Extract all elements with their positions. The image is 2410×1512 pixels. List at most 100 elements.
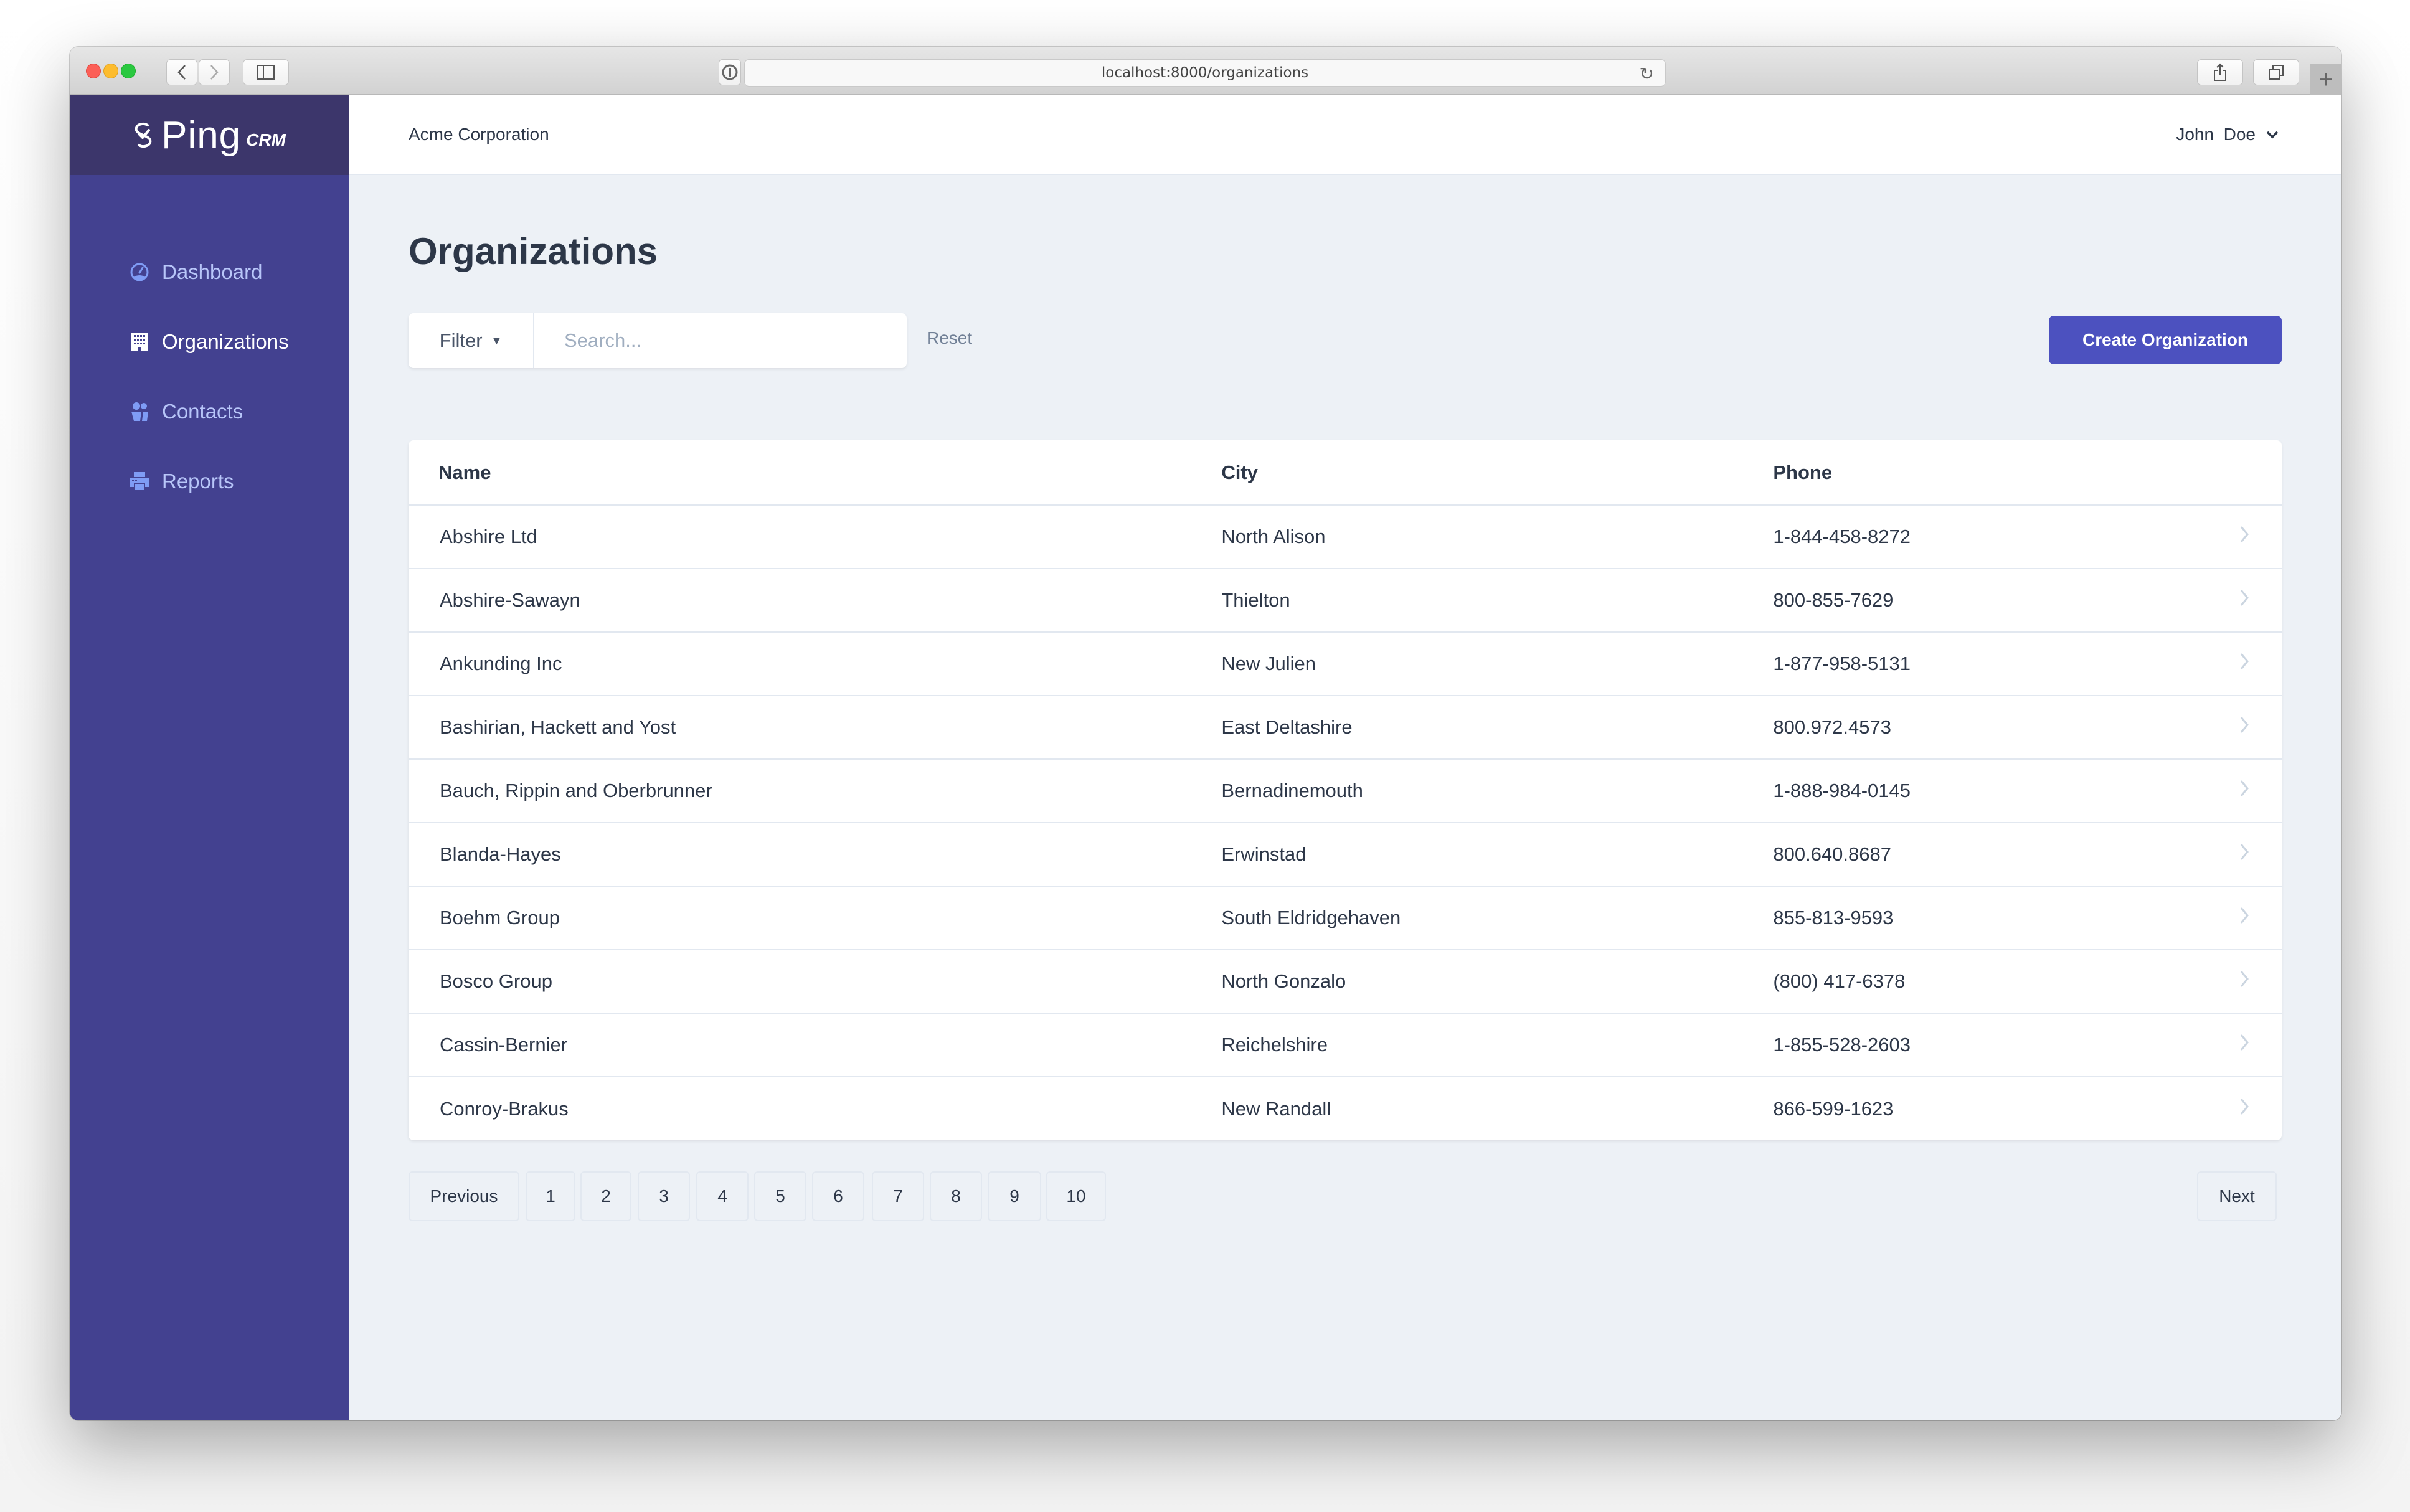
sidebar-item-label: Reports (162, 470, 234, 493)
row-link[interactable] (2207, 695, 2282, 759)
page-button[interactable]: 5 (754, 1171, 806, 1221)
sidebar-item-reports[interactable]: Reports (70, 447, 349, 516)
sidebar-item-organizations[interactable]: Organizations (70, 307, 349, 377)
chevron-right-icon (2240, 907, 2249, 924)
table-row[interactable]: Conroy-Brakus New Randall 866-599-1623 (409, 1076, 2282, 1140)
previous-page-button[interactable]: Previous (409, 1171, 519, 1221)
page-button[interactable]: 10 (1046, 1171, 1106, 1221)
page-button[interactable]: 6 (812, 1171, 864, 1221)
search-filter-group: Filter ▼ (409, 313, 907, 368)
page-button[interactable]: 1 (526, 1171, 575, 1221)
org-name-cell[interactable]: Bauch, Rippin and Oberbrunner (409, 758, 1191, 823)
url-text: localhost:8000/organizations (1101, 65, 1309, 81)
table-row[interactable]: Ankunding Inc New Julien 1-877-958-5131 (409, 631, 2282, 696)
org-name-cell[interactable]: Abshire-Sawayn (409, 568, 1191, 632)
row-link[interactable] (2207, 1013, 2282, 1077)
dashboard-gauge-icon (130, 262, 149, 282)
create-organization-button[interactable]: Create Organization (2049, 316, 2282, 364)
org-name-cell[interactable]: Boehm Group (409, 886, 1191, 950)
table-row[interactable]: Boehm Group South Eldridgehaven 855-813-95… (409, 886, 2282, 950)
org-phone-cell[interactable]: 800.640.8687 (1742, 822, 2207, 886)
filter-dropdown-button[interactable]: Filter ▼ (409, 313, 534, 368)
org-phone-cell[interactable]: 1-844-458-8272 (1742, 504, 2207, 569)
table-row[interactable]: Bauch, Rippin and Oberbrunner Bernadinemo… (409, 758, 2282, 823)
org-phone-cell[interactable]: (800) 417-6378 (1742, 949, 2207, 1013)
table-row[interactable]: Blanda-Hayes Erwinstad 800.640.8687 (409, 822, 2282, 886)
new-tab-button[interactable]: + (2310, 64, 2341, 95)
org-city-cell[interactable]: Thielton (1190, 568, 1742, 632)
org-name-cell[interactable]: Abshire Ltd (409, 504, 1191, 569)
forward-button[interactable] (199, 59, 230, 85)
password-manager-button[interactable] (719, 59, 741, 85)
page-button[interactable]: 8 (930, 1171, 982, 1221)
column-header-phone: Phone (1773, 461, 1833, 483)
org-name-cell[interactable]: Bashirian, Hackett and Yost (409, 695, 1191, 759)
logo-ping-text: Ping (161, 113, 242, 157)
org-name-cell[interactable]: Blanda-Hayes (409, 822, 1191, 886)
org-phone-cell[interactable]: 1-888-984-0145 (1742, 758, 2207, 823)
org-phone-cell[interactable]: 800.972.4573 (1742, 695, 2207, 759)
chevron-right-icon (2240, 971, 2249, 987)
org-phone-cell[interactable]: 866-599-1623 (1742, 1076, 2207, 1140)
org-name-cell[interactable]: Cassin-Bernier (409, 1013, 1191, 1077)
chevron-right-icon (2240, 590, 2249, 606)
back-button[interactable] (166, 59, 197, 85)
row-link[interactable] (2207, 1076, 2282, 1140)
org-city-cell[interactable]: Bernadinemouth (1190, 758, 1742, 823)
row-link[interactable] (2207, 758, 2282, 823)
reset-button[interactable]: Reset (927, 328, 972, 348)
row-link[interactable] (2207, 949, 2282, 1013)
zoom-window-button[interactable] (121, 64, 136, 78)
org-city-cell[interactable]: East Deltashire (1190, 695, 1742, 759)
row-link[interactable] (2207, 886, 2282, 950)
page-button[interactable]: 9 (988, 1171, 1041, 1221)
search-input[interactable] (534, 313, 907, 368)
page-button[interactable]: 3 (638, 1171, 690, 1221)
org-city-cell[interactable]: Erwinstad (1190, 822, 1742, 886)
page-button[interactable]: 4 (696, 1171, 749, 1221)
row-link[interactable] (2207, 631, 2282, 696)
minimize-window-button[interactable] (103, 64, 118, 78)
column-header-city: City (1221, 461, 1258, 483)
user-menu[interactable]: John Doe (2176, 125, 2279, 144)
org-phone-cell[interactable]: 855-813-9593 (1742, 886, 2207, 950)
sidebar-item-dashboard[interactable]: Dashboard (70, 237, 349, 307)
table-row[interactable]: Bashirian, Hackett and Yost East Deltashi… (409, 695, 2282, 759)
reload-icon[interactable]: ↻ (1640, 64, 1654, 84)
app-logo[interactable]: Ping CRM (70, 95, 349, 175)
share-button[interactable] (2197, 59, 2243, 85)
org-phone-cell[interactable]: 800-855-7629 (1742, 568, 2207, 632)
table-row[interactable]: Bosco Group North Gonzalo (800) 417-6378 (409, 949, 2282, 1013)
sidebar-item-contacts[interactable]: Contacts (70, 377, 349, 447)
org-name-cell[interactable]: Conroy-Brakus (409, 1076, 1191, 1140)
row-link[interactable] (2207, 504, 2282, 569)
user-name: John Doe (2176, 125, 2256, 144)
org-phone-cell[interactable]: 1-855-528-2603 (1742, 1013, 2207, 1077)
org-city-cell[interactable]: North Alison (1190, 504, 1742, 569)
table-row[interactable]: Abshire Ltd North Alison 1-844-458-8272 (409, 504, 2282, 569)
sidebar-toggle-button[interactable] (243, 59, 289, 85)
page-button[interactable]: 2 (580, 1171, 631, 1221)
row-link[interactable] (2207, 568, 2282, 632)
row-link[interactable] (2207, 822, 2282, 886)
org-name-cell[interactable]: Bosco Group (409, 949, 1191, 1013)
org-city-cell[interactable]: North Gonzalo (1190, 949, 1742, 1013)
tabs-overview-button[interactable] (2253, 59, 2299, 85)
caret-down-icon: ▼ (491, 334, 503, 347)
org-phone-cell[interactable]: 1-877-958-5131 (1742, 631, 2207, 696)
office-building-icon (130, 332, 149, 352)
chevron-right-icon (2240, 1034, 2249, 1051)
org-city-cell[interactable]: South Eldridgehaven (1190, 886, 1742, 950)
table-row[interactable]: Cassin-Bernier Reichelshire 1-855-528-2603 (409, 1013, 2282, 1077)
logo-crm-text: CRM (246, 130, 286, 149)
org-city-cell[interactable]: New Randall (1190, 1076, 1742, 1140)
next-page-button[interactable]: Next (2197, 1171, 2277, 1221)
org-name-cell[interactable]: Ankunding Inc (409, 631, 1191, 696)
page-button[interactable]: 7 (872, 1171, 924, 1221)
address-bar[interactable]: localhost:8000/organizations ↻ (744, 59, 1666, 87)
table-header-row: Name City Phone (409, 440, 2282, 505)
org-city-cell[interactable]: New Julien (1190, 631, 1742, 696)
org-city-cell[interactable]: Reichelshire (1190, 1013, 1742, 1077)
close-window-button[interactable] (86, 64, 101, 78)
table-row[interactable]: Abshire-Sawayn Thielton 800-855-7629 (409, 568, 2282, 632)
